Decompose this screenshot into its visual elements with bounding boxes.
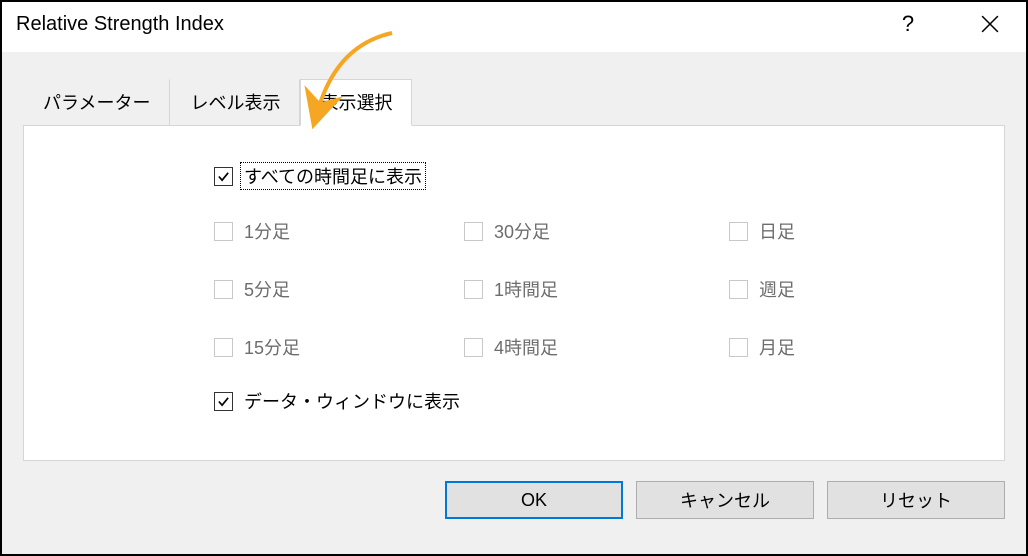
tab-levels[interactable]: レベル表示: [170, 79, 300, 125]
checkbox-label: 月足: [759, 334, 795, 360]
checkbox-d1[interactable]: 日足: [729, 218, 929, 244]
client-area: パラメーター レベル表示 表示選択 すべての時間足に表示 1分足 30分足 日足: [2, 52, 1026, 554]
titlebar: Relative Strength Index ?: [2, 2, 1026, 52]
checkbox-label: 1分足: [244, 218, 290, 244]
checkbox-label: 5分足: [244, 276, 290, 302]
checkbox-label: 日足: [759, 218, 795, 244]
close-icon: [981, 15, 999, 33]
checkbox-box: [464, 222, 483, 241]
checkbox-h1[interactable]: 1時間足: [464, 276, 729, 302]
checkbox-box: [464, 280, 483, 299]
checkbox-box: [214, 222, 233, 241]
checkbox-label: すべての時間足に表示: [240, 162, 426, 190]
window-title: Relative Strength Index: [16, 13, 886, 36]
checkmark-icon: [217, 395, 230, 408]
tab-content: すべての時間足に表示 1分足 30分足 日足 5分足 1時間足: [23, 125, 1005, 461]
checkbox-h4[interactable]: 4時間足: [464, 334, 729, 360]
checkbox-label: データ・ウィンドウに表示: [244, 388, 460, 414]
cancel-button[interactable]: キャンセル: [636, 481, 814, 519]
checkbox-m15[interactable]: 15分足: [214, 334, 464, 360]
button-row: OK キャンセル リセット: [23, 481, 1005, 519]
checkbox-box: [464, 338, 483, 357]
checkbox-box: [729, 280, 748, 299]
checkbox-show-all-timeframes[interactable]: すべての時間足に表示: [214, 162, 964, 190]
checkbox-label: 4時間足: [494, 334, 558, 360]
close-button[interactable]: [968, 10, 1012, 38]
checkbox-box: [729, 338, 748, 357]
help-button[interactable]: ?: [886, 10, 930, 38]
checkbox-m30[interactable]: 30分足: [464, 218, 729, 244]
checkbox-box: [729, 222, 748, 241]
checkbox-show-data-window[interactable]: データ・ウィンドウに表示: [214, 388, 964, 414]
checkbox-box: [214, 392, 233, 411]
tabstrip: パラメーター レベル表示 表示選択: [23, 79, 1005, 125]
checkbox-w1[interactable]: 週足: [729, 276, 929, 302]
tab-parameters[interactable]: パラメーター: [23, 79, 170, 125]
checkbox-label: 週足: [759, 276, 795, 302]
timeframe-grid: 1分足 30分足 日足 5分足 1時間足 週足: [214, 218, 964, 360]
checkbox-box: [214, 280, 233, 299]
checkbox-label: 1時間足: [494, 276, 558, 302]
checkbox-label: 15分足: [244, 334, 300, 360]
checkbox-m1[interactable]: 1分足: [214, 218, 464, 244]
checkbox-box: [214, 167, 233, 186]
ok-button[interactable]: OK: [445, 481, 623, 519]
tab-display[interactable]: 表示選択: [300, 79, 412, 126]
checkbox-box: [214, 338, 233, 357]
checkmark-icon: [217, 170, 230, 183]
checkbox-m5[interactable]: 5分足: [214, 276, 464, 302]
checkbox-mn1[interactable]: 月足: [729, 334, 929, 360]
reset-button[interactable]: リセット: [827, 481, 1005, 519]
checkbox-label: 30分足: [494, 218, 550, 244]
